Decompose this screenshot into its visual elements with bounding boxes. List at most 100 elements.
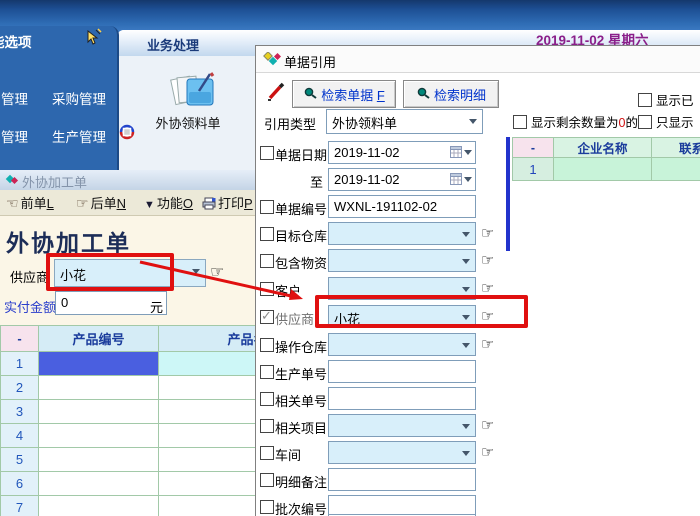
chevron-down-icon[interactable] — [462, 451, 470, 456]
nav-menu-item[interactable]: 管理 — [1, 126, 28, 146]
chevron-down-icon[interactable] — [462, 424, 470, 429]
grid-cell[interactable] — [39, 424, 159, 448]
combo-包含物资[interactable] — [328, 249, 476, 272]
toolbar-item-功能[interactable]: ▼功能O — [144, 193, 193, 211]
calendar-icon[interactable] — [450, 146, 472, 158]
order-window-icon — [5, 174, 19, 189]
chevron-down-icon[interactable] — [192, 269, 200, 274]
ref-type-combo[interactable]: 外协领料单 — [326, 109, 483, 134]
checkbox-批次编号[interactable] — [260, 500, 274, 514]
printer-icon — [202, 196, 216, 211]
combo-操作仓库[interactable] — [328, 333, 476, 356]
grid-cell[interactable] — [39, 496, 159, 516]
input-生产单号[interactable] — [328, 360, 476, 383]
checkbox-明细备注[interactable] — [260, 473, 274, 487]
chevron-down-icon[interactable] — [462, 287, 470, 292]
hand-picker-icon[interactable]: ☞ — [481, 416, 494, 434]
option-label: 显示已 — [656, 90, 694, 109]
grid-cell[interactable]: 1 — [513, 158, 554, 181]
checkbox-车间[interactable] — [260, 446, 274, 460]
grid-cell[interactable] — [39, 472, 159, 496]
combo-相关项目[interactable] — [328, 414, 476, 437]
checkbox-目标仓库[interactable] — [260, 227, 274, 241]
checkbox-客户[interactable] — [260, 282, 274, 296]
combo-车间[interactable] — [328, 441, 476, 464]
combo-客户[interactable] — [328, 277, 476, 300]
search-detail-button[interactable]: 检索明细 — [403, 80, 499, 108]
row-number[interactable]: 5 — [1, 448, 39, 472]
grid-cell[interactable] — [39, 448, 159, 472]
hand-picker-icon[interactable]: ☞ — [481, 279, 494, 297]
checkbox-生产单号[interactable] — [260, 365, 274, 379]
checkbox-单据编号[interactable] — [260, 200, 274, 214]
option-show-only[interactable]: 只显示 — [638, 112, 694, 131]
checkbox[interactable] — [513, 115, 527, 129]
hand-picker-icon[interactable]: ☞ — [481, 307, 494, 325]
checkmark-icon: ✓ — [261, 308, 272, 324]
document-pencil-icon[interactable] — [170, 72, 216, 115]
chevron-down-icon[interactable] — [462, 315, 470, 320]
filter-row-明细备注: 明细备注 — [256, 468, 506, 491]
nav-menu-item[interactable]: 生产管理 — [52, 126, 106, 146]
input-相关单号[interactable] — [328, 387, 476, 410]
chevron-down-icon[interactable] — [469, 119, 477, 124]
calendar-icon[interactable] — [450, 173, 472, 185]
row-number[interactable]: 1 — [1, 352, 39, 376]
toolbar-item-前单[interactable]: ☜前单L — [6, 193, 54, 211]
grid-cell[interactable] — [39, 400, 159, 424]
input-单据日期[interactable]: 2019-11-02 — [328, 141, 476, 164]
input-单据编号[interactable]: WXNL-191102-02 — [328, 195, 476, 218]
hand-picker-icon[interactable]: ☞ — [481, 443, 494, 461]
toolbar-item-后单[interactable]: ☞后单N — [76, 193, 126, 211]
grid-cell[interactable] — [39, 376, 159, 400]
nav-menu-item[interactable]: 管理 — [1, 88, 28, 108]
supplier-value: 小花 — [60, 265, 86, 284]
nav-menu-item[interactable]: 采购管理 — [52, 88, 106, 108]
grid-cell[interactable] — [652, 158, 700, 181]
checkbox-包含物资[interactable] — [260, 254, 274, 268]
combo-供应商[interactable]: 小花 — [328, 305, 476, 328]
row-number[interactable]: 7 — [1, 496, 39, 516]
grid-cell[interactable] — [39, 352, 159, 376]
row-number[interactable]: 6 — [1, 472, 39, 496]
row-number[interactable]: 4 — [1, 424, 39, 448]
grid-cell[interactable] — [554, 158, 652, 181]
splitter-bar[interactable] — [506, 137, 510, 251]
dialog-titlebar[interactable]: 单据引用 — [256, 46, 700, 73]
checkbox-相关单号[interactable] — [260, 392, 274, 406]
supplier-combo[interactable]: 小花 — [54, 259, 206, 287]
combo-目标仓库[interactable] — [328, 222, 476, 245]
hand-picker-icon[interactable]: ☞ — [481, 224, 494, 242]
row-number[interactable]: 3 — [1, 400, 39, 424]
option-remaining-zero[interactable]: 显示剩余数量为0的 — [513, 112, 638, 131]
chevron-down-icon[interactable] — [462, 259, 470, 264]
edit-pen-icon[interactable] — [266, 82, 286, 105]
search-document-button[interactable]: 检索单据 F — [292, 80, 396, 108]
column-header: - — [1, 326, 39, 352]
hand-picker-icon[interactable]: ☞ — [481, 335, 494, 353]
checkbox[interactable] — [638, 93, 652, 107]
down-arrow-icon: ▼ — [144, 199, 155, 211]
shortcut-label[interactable]: 外协领料单 — [146, 113, 230, 132]
checkbox-供应商[interactable]: ✓ — [260, 310, 274, 324]
option-label: 显示剩余数量为0的 — [531, 112, 638, 131]
input-至[interactable]: 2019-11-02 — [328, 168, 476, 191]
tab-business-processing[interactable]: 业务处理 — [147, 35, 199, 54]
row-number[interactable]: 2 — [1, 376, 39, 400]
app-root: 业务处理 2019-11-02 星期六 外协领料单 能选项 管理采购管理管理生产… — [0, 0, 700, 516]
chevron-down-icon[interactable] — [462, 232, 470, 237]
checkbox[interactable] — [638, 115, 652, 129]
magnifier-icon — [303, 86, 317, 102]
field-label: 操作仓库 — [275, 337, 323, 356]
checkbox-相关项目[interactable] — [260, 419, 274, 433]
chevron-down-icon[interactable] — [462, 343, 470, 348]
input-批次编号[interactable] — [328, 495, 476, 516]
checkbox-单据日期[interactable] — [260, 146, 274, 160]
column-header: - — [513, 138, 554, 158]
input-明细备注[interactable] — [328, 468, 476, 491]
toolbar-item-打印[interactable]: 打印P — [202, 193, 253, 211]
checkbox-操作仓库[interactable] — [260, 338, 274, 352]
hand-picker-icon[interactable]: ☞ — [481, 251, 494, 269]
hand-picker-icon[interactable]: ☞ — [210, 262, 224, 282]
option-show-referenced[interactable]: 显示已 — [638, 90, 694, 109]
